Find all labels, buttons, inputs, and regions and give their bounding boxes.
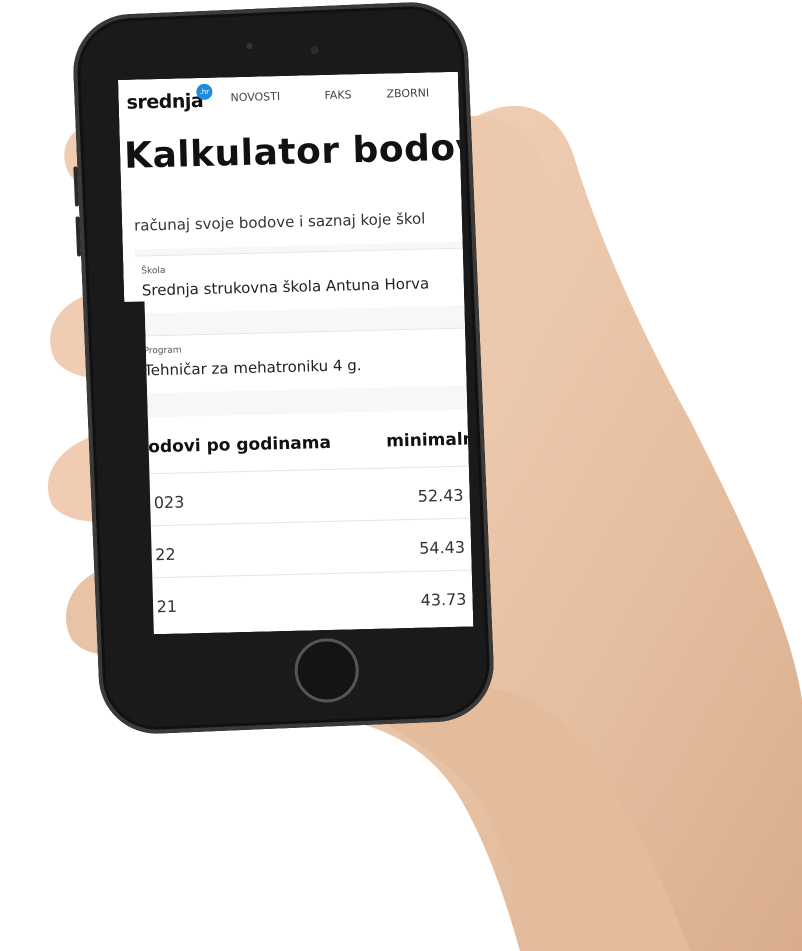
page-title: Kalkulator bodova — [123, 126, 474, 177]
table-divider — [142, 517, 473, 526]
top-navigation: srednja .hr NOVOSTI FAKS ZBORNI — [118, 72, 459, 120]
volume-button[interactable] — [75, 216, 82, 257]
program-select[interactable]: Program Tehničar za mehatroniku 4 g. — [137, 327, 473, 395]
phone-screen: srednja .hr NOVOSTI FAKS ZBORNI Kalkulat… — [118, 72, 473, 635]
page-subtitle: računaj svoje bodove i saznaj koje škol — [133, 209, 426, 235]
table-cell-points: 43.73 — [420, 589, 467, 610]
table-header-years: odovi po godinama — [147, 432, 332, 458]
site-logo[interactable]: srednja — [126, 90, 203, 114]
nav-item-zbornica[interactable]: ZBORNI — [386, 86, 429, 100]
school-select[interactable]: Škola Srednja strukovna škola Antuna Hor… — [135, 247, 473, 315]
table-cell-points: 54.43 — [418, 537, 466, 558]
earpiece-speaker — [246, 43, 253, 50]
front-camera — [310, 46, 319, 55]
nav-item-faks[interactable]: FAKS — [324, 88, 351, 102]
home-button[interactable] — [293, 637, 361, 704]
table-cell-points: 52.43 — [417, 485, 464, 506]
school-label: Škola — [141, 265, 166, 277]
nav-item-novosti[interactable]: NOVOSTI — [230, 90, 280, 104]
table-cell-year: 21 — [156, 596, 178, 617]
school-value: Srednja strukovna škola Antuna Horva — [141, 274, 430, 300]
logo-badge: .hr — [196, 84, 212, 100]
table-cell-year: 22 — [155, 544, 176, 565]
table-cell-year: 023 — [153, 492, 185, 513]
volume-button[interactable] — [73, 166, 80, 207]
program-value: Tehničar za mehatroniku 4 g. — [143, 356, 362, 380]
table-divider — [141, 465, 473, 474]
program-label: Program — [143, 345, 182, 357]
table-header-minimum: minimaln — [385, 429, 474, 452]
table-divider — [144, 569, 473, 578]
